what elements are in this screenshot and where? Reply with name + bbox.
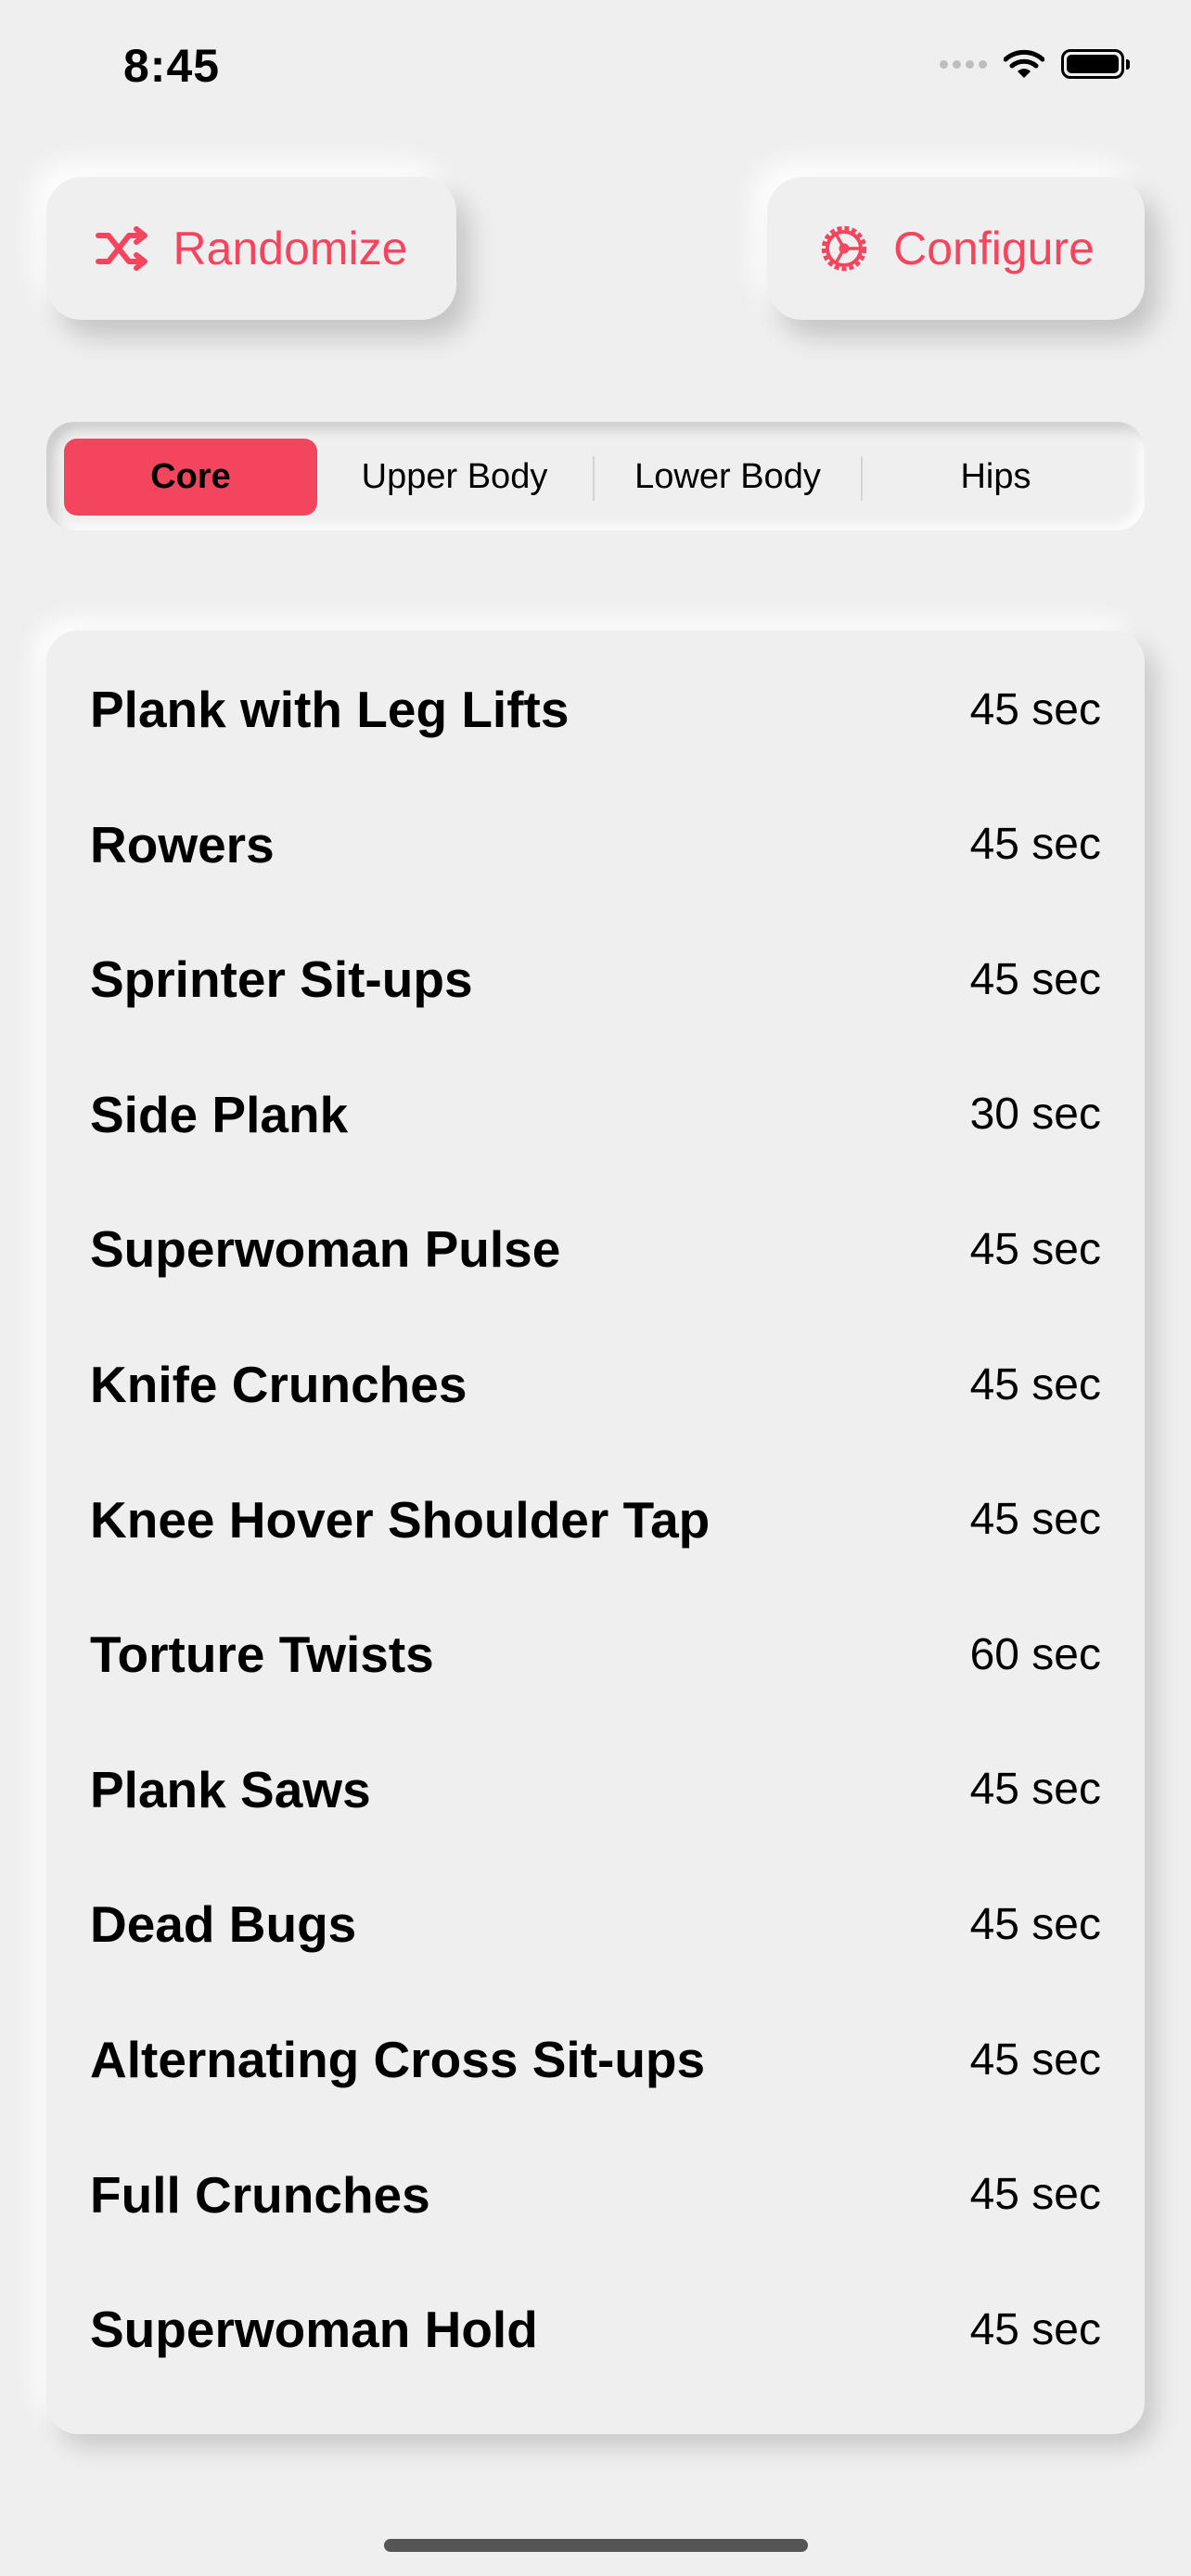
exercise-name: Superwoman Hold bbox=[90, 2301, 538, 2359]
exercise-name: Rowers bbox=[90, 815, 275, 874]
exercise-name: Dead Bugs bbox=[90, 1895, 357, 1954]
exercise-row[interactable]: Superwoman Hold 45 sec bbox=[90, 2283, 1101, 2376]
exercise-name: Superwoman Pulse bbox=[90, 1220, 561, 1279]
status-time: 8:45 bbox=[123, 40, 221, 92]
status-icons bbox=[940, 48, 1130, 80]
exercise-row[interactable]: Knife Crunches 45 sec bbox=[90, 1338, 1101, 1431]
exercise-duration: 45 sec bbox=[969, 820, 1101, 870]
exercise-duration: 45 sec bbox=[969, 684, 1101, 734]
exercise-duration: 60 sec bbox=[969, 1629, 1101, 1679]
exercise-row[interactable]: Side Plank 30 sec bbox=[90, 1068, 1101, 1161]
exercise-duration: 45 sec bbox=[969, 1899, 1101, 1949]
exercise-name: Torture Twists bbox=[90, 1626, 434, 1684]
exercise-name: Sprinter Sit-ups bbox=[90, 950, 473, 1009]
wifi-icon bbox=[1004, 49, 1044, 78]
exercise-duration: 30 sec bbox=[969, 1090, 1101, 1140]
exercise-name: Plank Saws bbox=[90, 1760, 371, 1818]
exercise-name: Alternating Cross Sit-ups bbox=[90, 2031, 706, 2088]
exercise-duration: 45 sec bbox=[969, 1765, 1101, 1815]
exercise-duration: 45 sec bbox=[969, 2304, 1101, 2354]
exercise-row[interactable]: Full Crunches 45 sec bbox=[90, 2149, 1101, 2241]
exercise-duration: 45 sec bbox=[969, 2034, 1101, 2085]
randomize-button[interactable]: Randomize bbox=[46, 177, 456, 320]
exercise-name: Full Crunches bbox=[90, 2165, 430, 2224]
exercise-duration: 45 sec bbox=[969, 1359, 1101, 1409]
signal-icon bbox=[940, 59, 987, 69]
segment-lower-body[interactable]: Lower Body bbox=[595, 439, 861, 516]
exercise-row[interactable]: Superwoman Pulse 45 sec bbox=[90, 1203, 1101, 1295]
segment-upper-body[interactable]: Upper Body bbox=[317, 439, 592, 516]
configure-button[interactable]: Configure bbox=[767, 177, 1145, 320]
exercise-name: Plank with Leg Lifts bbox=[90, 681, 570, 738]
randomize-label: Randomize bbox=[173, 223, 408, 274]
exercise-list: Plank with Leg Lifts 45 sec Rowers 45 sec… bbox=[46, 631, 1145, 2434]
home-indicator[interactable] bbox=[384, 2539, 808, 2552]
exercise-row[interactable]: Alternating Cross Sit-ups 45 sec bbox=[90, 2013, 1101, 2106]
configure-label: Configure bbox=[893, 223, 1095, 274]
segment-hips[interactable]: Hips bbox=[863, 439, 1129, 516]
exercise-row[interactable]: Torture Twists 60 sec bbox=[90, 1608, 1101, 1701]
exercise-duration: 45 sec bbox=[969, 1495, 1101, 1545]
exercise-name: Side Plank bbox=[90, 1085, 349, 1143]
exercise-row[interactable]: Dead Bugs 45 sec bbox=[90, 1878, 1101, 1970]
exercise-row[interactable]: Rowers 45 sec bbox=[90, 798, 1101, 891]
exercise-name: Knife Crunches bbox=[90, 1356, 467, 1413]
exercise-row[interactable]: Sprinter Sit-ups 45 sec bbox=[90, 933, 1101, 1026]
exercise-duration: 45 sec bbox=[969, 1224, 1101, 1274]
battery-icon bbox=[1061, 49, 1130, 79]
exercise-name: Knee Hover Shoulder Tap bbox=[90, 1490, 711, 1549]
exercise-row[interactable]: Plank with Leg Lifts 45 sec bbox=[90, 663, 1101, 756]
segment-core[interactable]: Core bbox=[64, 439, 317, 516]
exercise-duration: 45 sec bbox=[969, 2170, 1101, 2220]
exercise-duration: 45 sec bbox=[969, 954, 1101, 1004]
shuffle-icon bbox=[95, 226, 147, 271]
exercise-row[interactable]: Knee Hover Shoulder Tap 45 sec bbox=[90, 1473, 1101, 1566]
gear-icon bbox=[821, 225, 867, 272]
exercise-row[interactable]: Plank Saws 45 sec bbox=[90, 1743, 1101, 1836]
category-segmented-control: Core Upper Body Lower Body Hips bbox=[46, 422, 1145, 530]
